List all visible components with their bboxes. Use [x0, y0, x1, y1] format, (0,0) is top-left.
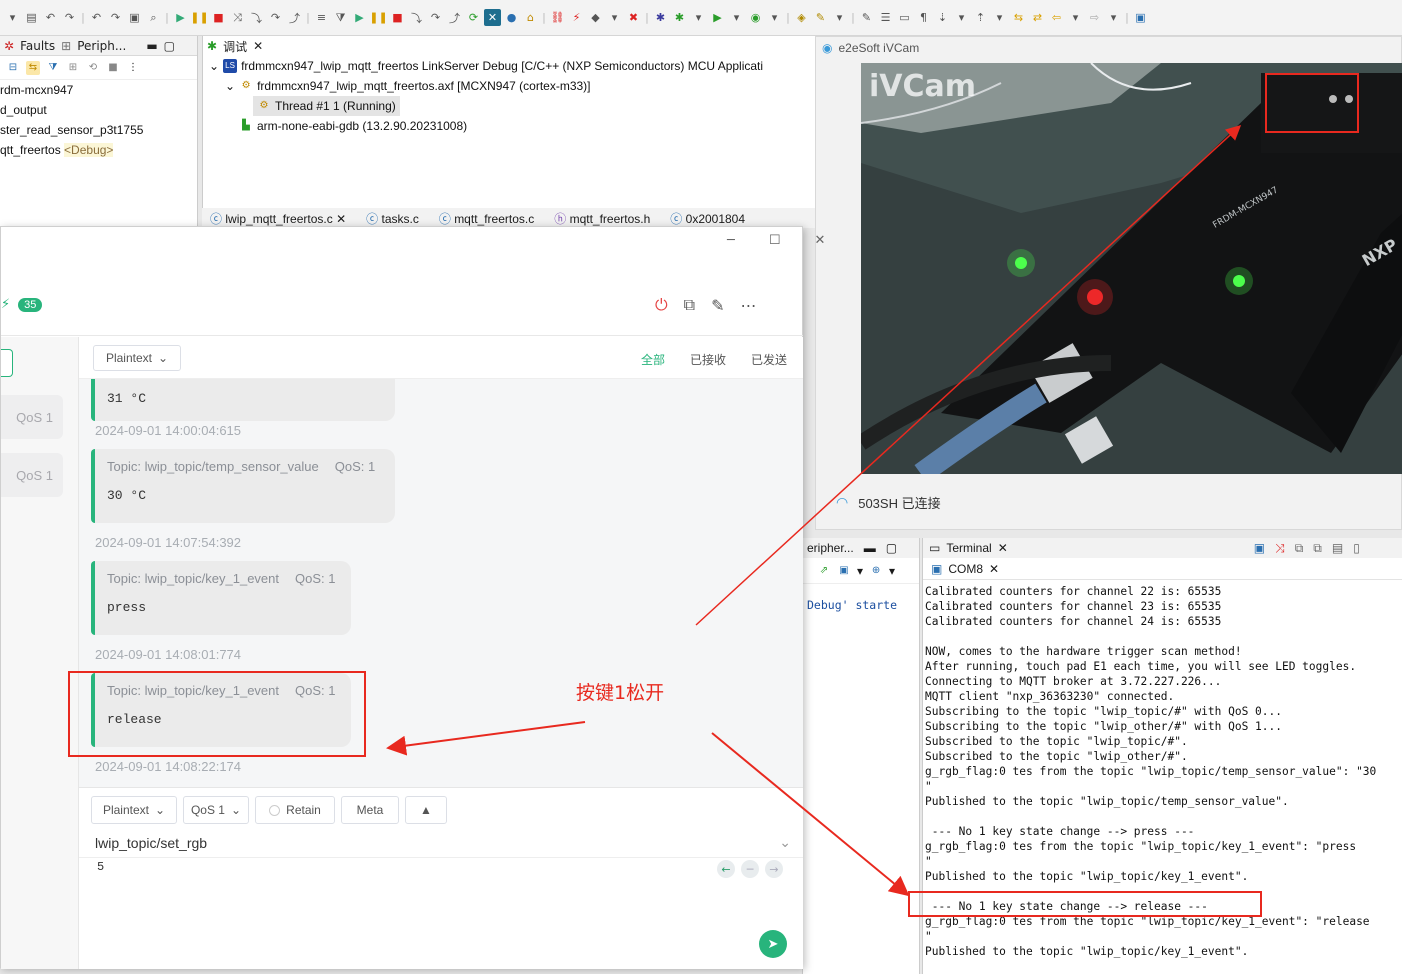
arrow-to-terminal — [711, 732, 910, 897]
highlight-terminal-release — [908, 891, 1262, 917]
annotation-label: 按键1松开 — [576, 682, 665, 704]
arrow-to-board — [695, 124, 1242, 626]
highlight-board-button — [1265, 73, 1359, 133]
annotation-overlay — [68, 73, 1359, 917]
arrow-to-message — [386, 721, 586, 756]
highlight-release-message — [68, 671, 366, 757]
